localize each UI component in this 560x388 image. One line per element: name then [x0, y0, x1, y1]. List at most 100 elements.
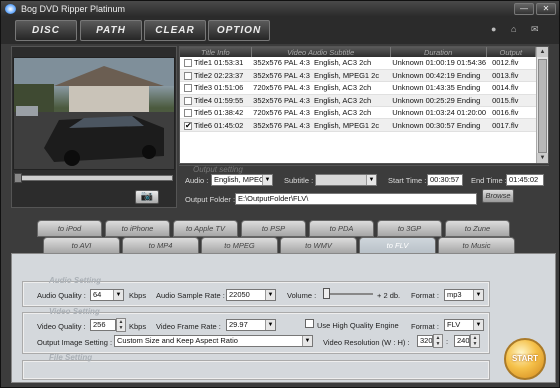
video-frame-image: [14, 58, 174, 169]
row-output-file: 0014.flv: [492, 83, 519, 93]
table-row[interactable]: Title3 01:51:06 720x576 PAL 4:3 English, …: [180, 81, 536, 95]
row-subtitle: Unknown: [392, 120, 424, 130]
format-tab[interactable]: to iPod: [37, 220, 102, 237]
row-checkbox[interactable]: [184, 59, 192, 68]
row-subtitle: Unknown: [392, 95, 424, 105]
format-tab[interactable]: to PSP: [241, 220, 306, 237]
video-quality-label: Video Quality :: [37, 322, 86, 331]
end-time-input[interactable]: 01:45:02: [506, 174, 544, 186]
video-quality-stepper-icon[interactable]: ▲ ▼: [116, 318, 126, 332]
row-end-time: 01:20:00: [456, 108, 487, 118]
table-row[interactable]: ✔ Title6 01:45:02 352x576 PAL 4:3 English,…: [180, 118, 536, 132]
home-icon[interactable]: ⌂: [511, 25, 520, 34]
row-video-info: 720x576 PAL 4:3: [253, 108, 310, 118]
scroll-up-arrow-icon[interactable]: ▲: [537, 47, 548, 57]
row-title-length: 01:53:31: [214, 58, 244, 68]
start-button[interactable]: START: [504, 338, 546, 380]
audio-quality-select[interactable]: 64: [90, 289, 124, 301]
format-tab[interactable]: to PDA: [309, 220, 374, 237]
volume-slider-handle[interactable]: [323, 288, 330, 299]
row-title: Title2: [194, 71, 213, 81]
video-frame-rate-select[interactable]: 29.97: [226, 319, 276, 331]
table-row[interactable]: Title4 01:59:55 352x576 PAL 4:3 English, …: [180, 94, 536, 108]
video-quality-unit: Kbps: [129, 322, 147, 331]
row-title: Title6: [194, 120, 213, 130]
format-tab[interactable]: to Apple TV: [173, 220, 238, 237]
high-quality-engine-checkbox[interactable]: [305, 319, 314, 328]
format-tab[interactable]: to AVI: [43, 237, 120, 254]
row-title-length: 01:51:06: [214, 83, 244, 93]
table-row[interactable]: Title2 02:23:37 352x576 PAL 4:3 English, …: [180, 69, 536, 83]
row-title-length: 01:45:02: [214, 120, 244, 130]
subtitle-select[interactable]: [315, 174, 377, 186]
table-row[interactable]: Title5 01:38:42 720x576 PAL 4:3 English, …: [180, 106, 536, 120]
row-checkbox[interactable]: [184, 72, 192, 81]
minimize-button[interactable]: —: [514, 3, 534, 15]
browse-button[interactable]: Browse: [482, 189, 514, 203]
clear-button[interactable]: CLEAR: [144, 20, 206, 41]
format-tab[interactable]: to Zune: [445, 220, 510, 237]
output-image-setting-select[interactable]: Custom Size and Keep Aspect Ratio: [114, 335, 313, 347]
row-start-time: 01:43:35: [425, 83, 455, 93]
row-subtitle: Unknown: [392, 108, 424, 118]
format-tab[interactable]: to MP4: [122, 237, 199, 254]
path-button[interactable]: PATH: [80, 20, 142, 41]
user-icon[interactable]: ●: [491, 25, 500, 34]
row-checkbox[interactable]: [184, 84, 192, 93]
disc-button[interactable]: DISC: [15, 20, 77, 41]
video-format-select[interactable]: FLV: [444, 319, 484, 331]
scroll-thumb[interactable]: [538, 59, 547, 153]
option-button[interactable]: OPTION: [208, 20, 270, 41]
video-quality-input[interactable]: 256: [90, 319, 116, 331]
resolution-width-stepper-icon[interactable]: ▲ ▼: [433, 334, 443, 348]
app-window: Bog DVD Ripper Platinum — ✕ DISC PATH CL…: [0, 0, 560, 388]
snapshot-camera-icon[interactable]: 📷: [135, 190, 159, 204]
row-checkbox[interactable]: [184, 96, 192, 105]
row-audio-info: English, AC3 2ch: [314, 58, 372, 68]
volume-slider[interactable]: [323, 288, 373, 299]
audio-track-select[interactable]: English, MPEG1: [211, 174, 273, 186]
resolution-width-input[interactable]: 320: [417, 335, 433, 347]
table-row[interactable]: Title1 01:53:31 352x576 PAL 4:3 English, …: [180, 57, 536, 70]
list-scrollbar[interactable]: ▲ ▼: [536, 47, 548, 163]
email-icon[interactable]: ✉: [531, 25, 540, 34]
row-video-info: 720x576 PAL 4:3: [253, 83, 310, 93]
output-image-setting-label: Output Image Setting :: [37, 338, 113, 347]
row-end-time: Ending: [456, 71, 481, 81]
row-checkbox[interactable]: ✔: [184, 121, 192, 130]
row-end-time: Ending: [456, 120, 481, 130]
row-title: Title5: [194, 108, 213, 118]
audio-sample-rate-select[interactable]: 22050: [226, 289, 276, 301]
row-audio-info: English, MPEG1 2c: [314, 120, 380, 130]
format-tab[interactable]: to WMV: [280, 237, 357, 254]
seek-slider[interactable]: [14, 173, 173, 183]
row-start-time: 00:25:29: [425, 95, 455, 105]
row-title-length: 01:59:55: [214, 95, 244, 105]
file-setting-heading: File Setting: [49, 353, 93, 362]
row-audio-info: English, AC3 2ch: [314, 95, 372, 105]
row-start-time: 00:42:19: [425, 71, 455, 81]
format-tab[interactable]: to iPhone: [105, 220, 170, 237]
close-button[interactable]: ✕: [536, 3, 556, 15]
audio-format-select[interactable]: mp3: [444, 289, 484, 301]
row-end-time: 01:54:36: [456, 58, 487, 68]
output-setting-heading: Output setting: [193, 165, 243, 174]
column-header-output: Output: [486, 47, 537, 57]
output-folder-input[interactable]: E:\OutputFolder\FLV\: [235, 193, 477, 205]
row-start-time: 01:03:24: [425, 108, 455, 118]
row-checkbox[interactable]: [184, 109, 192, 118]
resolution-height-input[interactable]: 240: [454, 335, 470, 347]
format-tab[interactable]: to Music: [438, 237, 515, 254]
row-audio-info: English, AC3 2ch: [314, 83, 372, 93]
column-header-duration: Duration: [390, 47, 487, 57]
video-setting-heading: Video Setting: [49, 307, 100, 316]
row-title-length: 02:23:37: [214, 71, 244, 81]
resolution-height-stepper-icon[interactable]: ▲ ▼: [470, 334, 480, 348]
format-tab[interactable]: to MPEG: [201, 237, 278, 254]
format-tab[interactable]: to 3GP: [377, 220, 442, 237]
start-time-input[interactable]: 00:30:57: [427, 174, 463, 186]
seek-handle[interactable]: [14, 173, 22, 183]
video-resolution-label: Video Resolution (W : H) :: [323, 338, 410, 347]
start-time-label: Start Time :: [388, 176, 427, 185]
scroll-down-arrow-icon[interactable]: ▼: [537, 153, 548, 163]
